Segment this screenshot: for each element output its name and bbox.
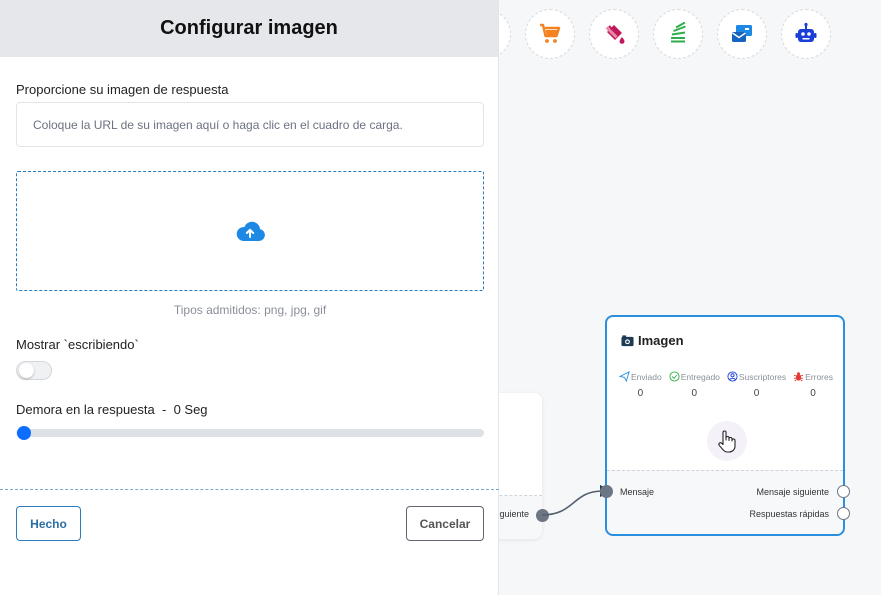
next-message-output-port[interactable]	[837, 485, 850, 498]
stat-delivered-value: 0	[691, 388, 698, 399]
configure-image-panel: Configurar imagen Proporcione su imagen …	[0, 0, 499, 595]
typing-toggle[interactable]	[16, 361, 52, 380]
footer-divider	[0, 489, 499, 490]
node-title-text: Imagen	[638, 333, 684, 348]
upload-dropzone[interactable]	[16, 171, 484, 291]
stat-sent: Enviado 0	[619, 371, 662, 399]
stat-errors-value: 0	[810, 388, 816, 399]
paint-bucket-icon	[605, 25, 625, 44]
input-label: Mensaje	[620, 487, 655, 497]
delay-label: Demora en la respuesta	[16, 402, 155, 417]
panel-header: Configurar imagen	[0, 0, 498, 57]
stat-errors: Errores 0	[793, 371, 833, 399]
stat-sent-value: 0	[637, 388, 644, 399]
messages-button[interactable]	[717, 9, 767, 59]
stat-delivered-label: Entregado	[680, 371, 720, 382]
robot-button[interactable]	[781, 9, 831, 59]
stat-delivered: Entregado 0	[669, 371, 720, 399]
done-button[interactable]: Hecho	[16, 506, 81, 541]
stat-sent-label: Enviado	[631, 371, 662, 382]
user-circle-icon	[727, 371, 738, 382]
cart-icon	[540, 23, 561, 43]
previous-node-output-port[interactable]	[536, 509, 549, 522]
stack-icon	[671, 22, 686, 43]
robot-icon	[795, 22, 817, 42]
stack-button[interactable]	[653, 9, 703, 59]
panel-title: Configurar imagen	[160, 17, 338, 39]
stat-errors-label: Errores	[805, 371, 833, 382]
toggle-knob	[19, 363, 34, 378]
delay-separator: -	[161, 402, 167, 417]
send-icon	[619, 371, 630, 382]
delay-slider-track[interactable]	[16, 429, 484, 437]
next-message-output-label: iguiente	[497, 509, 529, 519]
node-title: Imagen	[621, 333, 684, 348]
stat-subscribers-label: Suscriptores	[738, 371, 787, 382]
messages-icon	[732, 25, 752, 42]
typing-label: Mostrar `escribiendo`	[16, 337, 139, 352]
cancel-button[interactable]: Cancelar	[406, 506, 484, 541]
image-label: Proporcione su imagen de respuesta	[16, 82, 229, 97]
flow-node-image[interactable]: Imagen Enviado 0 Entregado 0 Suscriptore…	[605, 315, 845, 536]
check-circle-icon	[669, 371, 680, 382]
stat-subscribers: Suscriptores 0	[727, 371, 786, 399]
paint-button[interactable]	[589, 9, 639, 59]
output-label-next-message: Mensaje siguiente	[756, 487, 829, 497]
image-url-input[interactable]	[16, 102, 484, 147]
delay-label-row: Demora en la respuesta - 0 Seg	[16, 402, 208, 417]
bug-icon	[794, 372, 804, 382]
camera-icon	[621, 334, 634, 346]
cart-button[interactable]	[525, 9, 575, 59]
delay-slider-handle[interactable]	[17, 426, 31, 440]
delay-value: 0 Seg	[173, 402, 208, 417]
hand-cursor-icon	[707, 421, 747, 461]
quick-replies-output-port[interactable]	[837, 507, 850, 520]
cloud-upload-icon	[236, 221, 265, 241]
stat-subscribers-value: 0	[753, 388, 760, 399]
supported-types-text: Tipos admitidos: png, jpg, gif	[173, 303, 327, 317]
node-stats: Enviado 0 Entregado 0 Suscriptores 0 Err…	[619, 371, 833, 399]
output-label-quick-replies: Respuestas rápidas	[749, 509, 829, 519]
image-node-input-port[interactable]	[600, 485, 613, 498]
